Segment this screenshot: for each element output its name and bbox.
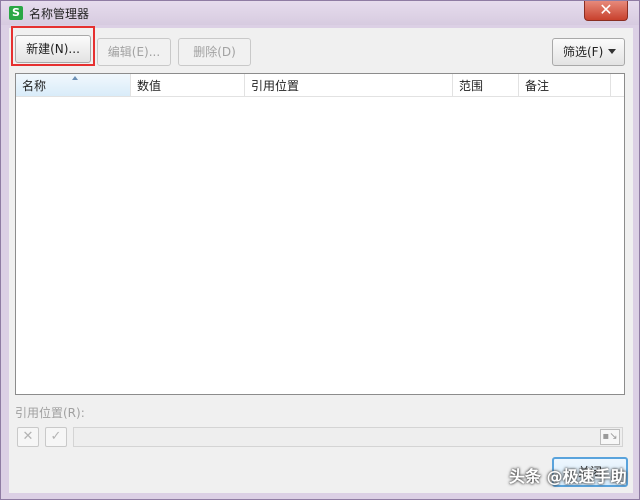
column-header-value[interactable]: 数值: [131, 74, 245, 96]
close-icon: ✕: [22, 429, 34, 444]
column-header-label: 备注: [525, 79, 550, 93]
column-header-label: 范围: [459, 79, 484, 93]
column-header-name[interactable]: 名称: [16, 74, 131, 96]
close-icon: ✕: [599, 0, 613, 19]
confirm-reference-button[interactable]: ✓: [45, 427, 67, 447]
title-bar[interactable]: S 名称管理器 ✕: [1, 0, 639, 25]
watermark-text: 头条 @极速手助: [509, 467, 627, 486]
collapse-dialog-icon[interactable]: ▪↘: [600, 429, 620, 445]
highlight-box: [11, 26, 95, 66]
column-header-comment[interactable]: 备注: [519, 74, 611, 96]
sort-ascending-icon: [72, 76, 78, 80]
wps-spreadsheet-icon: S: [9, 6, 23, 20]
filter-label: 筛选(F): [563, 45, 604, 59]
column-header-label: 名称: [22, 79, 47, 93]
cancel-reference-button[interactable]: ✕: [17, 427, 39, 447]
names-list[interactable]: 名称 数值 引用位置 范围 备注: [15, 73, 625, 395]
dialog-body: 新建(N)... 编辑(E)... 删除(D) 筛选(F) 名称 数值 引用位置: [9, 26, 633, 493]
column-header-refers-to[interactable]: 引用位置: [245, 74, 453, 96]
window-close-button[interactable]: ✕: [584, 0, 628, 21]
refers-to-label: 引用位置(R):: [15, 406, 85, 420]
column-header-label: 引用位置: [251, 79, 300, 93]
refers-to-input[interactable]: ▪↘: [73, 427, 623, 447]
list-header: 名称 数值 引用位置 范围 备注: [16, 74, 624, 97]
chevron-down-icon: [608, 49, 616, 54]
checkmark-icon: ✓: [50, 429, 62, 444]
name-manager-window: S 名称管理器 ✕ 新建(N)... 编辑(E)... 删除(D) 筛选(F) …: [0, 0, 640, 500]
delete-button[interactable]: 删除(D): [178, 38, 251, 66]
column-header-scope[interactable]: 范围: [453, 74, 519, 96]
filter-dropdown[interactable]: 筛选(F): [552, 38, 625, 66]
column-header-label: 数值: [137, 79, 162, 93]
window-title: 名称管理器: [29, 7, 90, 21]
edit-button[interactable]: 编辑(E)...: [97, 38, 171, 66]
